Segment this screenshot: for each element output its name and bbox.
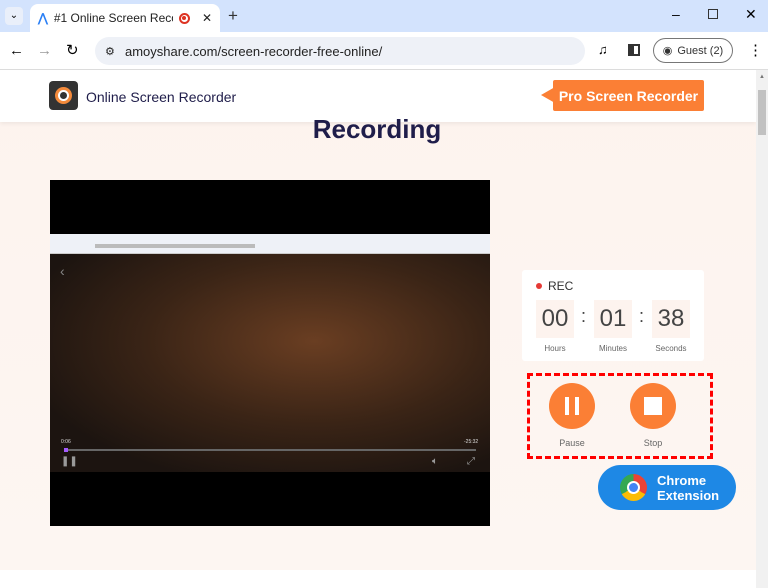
seconds-value: 38 <box>652 300 690 338</box>
reload-icon[interactable]: ↻ <box>66 41 79 59</box>
minimize-button[interactable]: – <box>672 6 680 22</box>
chrome-logo-icon <box>620 474 647 501</box>
player-prev-icon: ‹ <box>60 263 65 279</box>
minutes-value: 01 <box>594 300 632 338</box>
preview-browser-chrome <box>50 234 490 254</box>
separator: : <box>639 306 645 326</box>
forward-icon[interactable]: → <box>37 42 52 59</box>
rec-status: REC <box>548 279 574 293</box>
site-favicon-icon: ⋀ <box>38 11 48 25</box>
logo-icon[interactable] <box>49 81 78 110</box>
current-time: 0:06 <box>61 439 71 445</box>
page-heading: Recording <box>312 114 442 144</box>
seek-bar[interactable] <box>64 449 476 451</box>
url-text: amoyshare.com/screen-recorder-free-onlin… <box>125 43 383 59</box>
brand-name[interactable]: Online Screen Recorder <box>86 89 236 105</box>
profile-button[interactable]: ◉ Guest (2) <box>653 38 733 63</box>
scrollbar[interactable] <box>756 70 768 588</box>
volume-icon: 🔈︎ <box>432 456 438 467</box>
pause-icon <box>565 397 579 415</box>
recording-indicator-icon <box>178 12 190 24</box>
extension-label-line2: Extension <box>657 488 720 503</box>
pro-button-label: Pro Screen Recorder <box>558 87 699 104</box>
tab-title: #1 Online Screen Recorde <box>53 11 173 25</box>
scroll-up-icon[interactable]: ▲ <box>759 74 765 80</box>
stop-label: Stop <box>643 438 663 448</box>
seconds-label: Seconds <box>655 344 687 353</box>
profile-icon: ◉ <box>662 45 673 57</box>
scrollbar-thumb[interactable] <box>758 90 766 135</box>
extension-label-line1: Chrome <box>657 473 707 488</box>
close-window-button[interactable]: ✕ <box>745 6 757 23</box>
browser-tab[interactable]: ⋀ #1 Online Screen Recorde ✕ <box>30 4 220 32</box>
profile-label: Guest (2) <box>677 44 724 57</box>
back-icon[interactable]: ← <box>9 42 24 59</box>
pro-screen-recorder-button[interactable]: Pro Screen Recorder <box>553 80 704 111</box>
side-panel-icon[interactable] <box>628 44 640 56</box>
separator: : <box>581 306 587 326</box>
rec-dot-icon <box>536 283 542 289</box>
stop-icon <box>644 397 662 415</box>
close-tab-icon[interactable]: ✕ <box>202 11 212 25</box>
video-frame <box>50 254 490 472</box>
play-pause-icon: ❚❚ <box>61 456 78 467</box>
hours-label: Hours <box>544 344 566 353</box>
minutes-label: Minutes <box>598 344 627 353</box>
remaining-time: -25:32 <box>464 439 479 445</box>
footer-divider <box>0 570 756 588</box>
pause-button[interactable] <box>549 383 595 429</box>
pause-label: Pause <box>559 438 585 448</box>
menu-icon[interactable]: ⋮ <box>748 41 763 59</box>
fullscreen-icon: ⤢ <box>467 456 475 467</box>
site-info-icon[interactable]: ⚙ <box>105 45 115 58</box>
media-control-icon[interactable]: ♫ <box>598 42 608 57</box>
hours-value: 00 <box>536 300 574 338</box>
stop-button[interactable] <box>630 383 676 429</box>
new-tab-button[interactable]: + <box>228 6 238 26</box>
seek-progress <box>64 448 69 452</box>
tab-search-button[interactable]: ⌄ <box>5 7 23 25</box>
chrome-extension-button[interactable]: Chrome Extension <box>598 465 736 510</box>
address-bar[interactable]: ⚙ amoyshare.com/screen-recorder-free-onli… <box>95 37 585 65</box>
maximize-button[interactable] <box>708 9 718 19</box>
